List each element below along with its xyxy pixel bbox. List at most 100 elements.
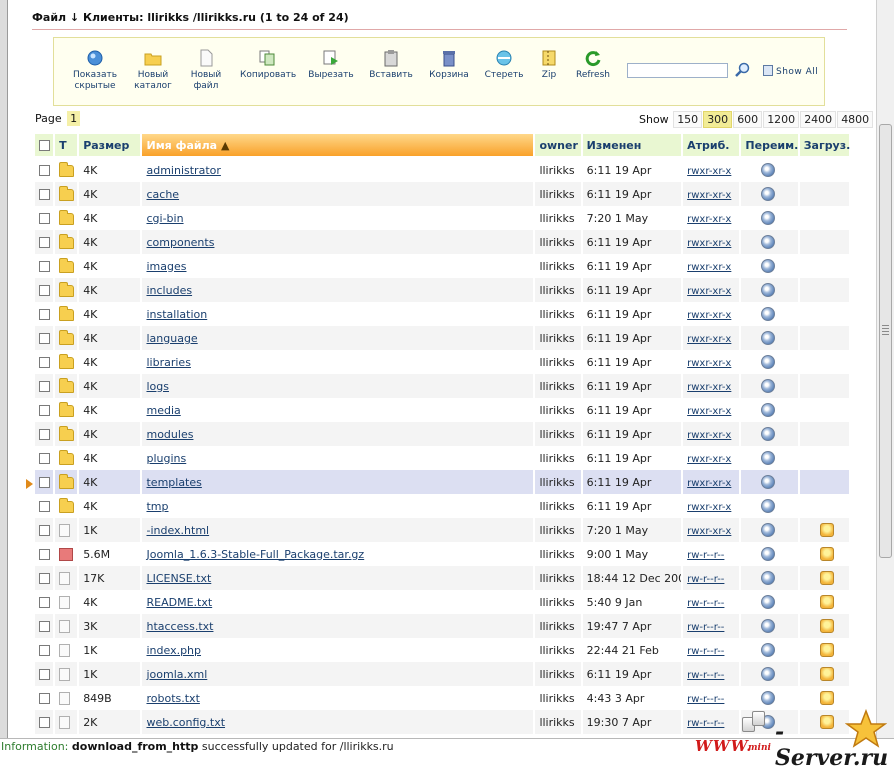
- rename-icon[interactable]: [761, 235, 776, 249]
- row-checkbox[interactable]: [39, 357, 50, 368]
- download-icon[interactable]: [819, 619, 834, 633]
- table-row[interactable]: 4K installation llirikks 6:11 19 Apr rwxr-xr…: [35, 302, 849, 326]
- page-size-option[interactable]: 600: [733, 111, 763, 128]
- row-select-cell[interactable]: [35, 470, 54, 494]
- row-select-cell[interactable]: [35, 590, 54, 614]
- file-name-link[interactable]: components: [146, 236, 214, 249]
- row-checkbox[interactable]: [39, 237, 50, 248]
- table-row[interactable]: 1K joomla.xml llirikks 6:11 19 Apr rw-r--r--: [35, 662, 849, 686]
- row-checkbox[interactable]: [39, 165, 50, 176]
- file-name-link[interactable]: -index.html: [146, 524, 209, 537]
- file-name-link[interactable]: administrator: [146, 164, 220, 177]
- table-row[interactable]: 4K language llirikks 6:11 19 Apr rwxr-xr-x: [35, 326, 849, 350]
- rename-icon[interactable]: [761, 523, 776, 537]
- file-name-link[interactable]: index.php: [146, 644, 201, 657]
- row-select-cell[interactable]: [35, 446, 54, 470]
- permissions-link[interactable]: rwxr-xr-x: [687, 406, 731, 417]
- table-row[interactable]: 4K libraries llirikks 6:11 19 Apr rwxr-xr-x: [35, 350, 849, 374]
- rename-icon[interactable]: [761, 307, 776, 321]
- table-row[interactable]: 4K logs llirikks 6:11 19 Apr rwxr-xr-x: [35, 374, 849, 398]
- rename-icon[interactable]: [761, 571, 776, 585]
- row-checkbox[interactable]: [39, 549, 50, 560]
- file-name-link[interactable]: modules: [146, 428, 193, 441]
- row-checkbox[interactable]: [39, 261, 50, 272]
- row-select-cell[interactable]: [35, 302, 54, 326]
- vertical-scrollbar[interactable]: [876, 0, 894, 738]
- row-select-cell[interactable]: [35, 254, 54, 278]
- permissions-link[interactable]: rwxr-xr-x: [687, 502, 731, 513]
- permissions-link[interactable]: rwxr-xr-x: [687, 262, 731, 273]
- download-icon[interactable]: [819, 571, 834, 585]
- file-name-link[interactable]: images: [146, 260, 186, 273]
- file-name-link[interactable]: tmp: [146, 500, 168, 513]
- rename-icon[interactable]: [761, 259, 776, 273]
- file-name-link[interactable]: language: [146, 332, 197, 345]
- select-all-checkbox[interactable]: [39, 140, 50, 151]
- row-checkbox[interactable]: [39, 669, 50, 680]
- row-select-cell[interactable]: [35, 230, 54, 254]
- select-all-header[interactable]: [35, 134, 54, 158]
- permissions-link[interactable]: rwxr-xr-x: [687, 430, 731, 441]
- page-size-option[interactable]: 300: [703, 111, 733, 128]
- row-select-cell[interactable]: [35, 710, 54, 734]
- row-select-cell[interactable]: [35, 566, 54, 590]
- row-checkbox[interactable]: [39, 501, 50, 512]
- table-row[interactable]: 4K modules llirikks 6:11 19 Apr rwxr-xr-x: [35, 422, 849, 446]
- file-name-link[interactable]: robots.txt: [146, 692, 199, 705]
- rename-icon[interactable]: [761, 283, 776, 297]
- row-checkbox[interactable]: [39, 621, 50, 632]
- table-row[interactable]: 4K components llirikks 6:11 19 Apr rwxr-xr-x: [35, 230, 849, 254]
- column-header-size[interactable]: Размер: [79, 134, 141, 158]
- rename-icon[interactable]: [761, 475, 776, 489]
- download-icon[interactable]: [819, 523, 834, 537]
- rename-icon[interactable]: [761, 499, 776, 513]
- rename-icon[interactable]: [761, 427, 776, 441]
- table-row[interactable]: 1K -index.html llirikks 7:20 1 May rwxr-xr-x: [35, 518, 849, 542]
- permissions-link[interactable]: rw-r--r--: [687, 622, 724, 633]
- page-size-option[interactable]: 1200: [763, 111, 800, 128]
- permissions-link[interactable]: rw-r--r--: [687, 574, 724, 585]
- rename-icon[interactable]: [761, 451, 776, 465]
- row-checkbox[interactable]: [39, 189, 50, 200]
- permissions-link[interactable]: rwxr-xr-x: [687, 382, 731, 393]
- column-header-name[interactable]: Имя файла ▲: [142, 134, 534, 158]
- show-hidden-button[interactable]: Показать скрытые: [72, 49, 118, 92]
- row-checkbox[interactable]: [39, 333, 50, 344]
- permissions-link[interactable]: rw-r--r--: [687, 694, 724, 705]
- file-name-link[interactable]: installation: [146, 308, 207, 321]
- row-select-cell[interactable]: [35, 374, 54, 398]
- rename-icon[interactable]: [761, 163, 776, 177]
- column-header-attrib[interactable]: Атриб.: [683, 134, 740, 158]
- table-row[interactable]: 4K README.txt llirikks 5:40 9 Jan rw-r--r--: [35, 590, 849, 614]
- file-name-link[interactable]: media: [146, 404, 180, 417]
- table-row[interactable]: 5.6M Joomla_1.6.3-Stable-Full_Package.tar…: [35, 542, 849, 566]
- row-select-cell[interactable]: [35, 662, 54, 686]
- table-row[interactable]: 4K tmp llirikks 6:11 19 Apr rwxr-xr-x: [35, 494, 849, 518]
- rename-icon[interactable]: [761, 355, 776, 369]
- permissions-link[interactable]: rw-r--r--: [687, 646, 724, 657]
- table-row[interactable]: 1K index.php llirikks 22:44 21 Feb rw-r--r--: [35, 638, 849, 662]
- table-row[interactable]: 4K images llirikks 6:11 19 Apr rwxr-xr-x: [35, 254, 849, 278]
- download-icon[interactable]: [819, 691, 834, 705]
- row-checkbox[interactable]: [39, 597, 50, 608]
- row-select-cell[interactable]: [35, 614, 54, 638]
- permissions-link[interactable]: rwxr-xr-x: [687, 214, 731, 225]
- file-name-link[interactable]: templates: [146, 476, 201, 489]
- row-select-cell[interactable]: [35, 350, 54, 374]
- download-icon[interactable]: [819, 547, 834, 561]
- permissions-link[interactable]: rwxr-xr-x: [687, 310, 731, 321]
- file-name-link[interactable]: libraries: [146, 356, 190, 369]
- row-checkbox[interactable]: [39, 477, 50, 488]
- permissions-link[interactable]: rwxr-xr-x: [687, 526, 731, 537]
- rename-icon[interactable]: [761, 643, 776, 657]
- table-row[interactable]: 4K media llirikks 6:11 19 Apr rwxr-xr-x: [35, 398, 849, 422]
- download-icon[interactable]: [819, 595, 834, 609]
- file-name-link[interactable]: plugins: [146, 452, 186, 465]
- table-row[interactable]: 4K plugins llirikks 6:11 19 Apr rwxr-xr-x: [35, 446, 849, 470]
- column-header-owner[interactable]: owner: [535, 134, 581, 158]
- column-header-modified[interactable]: Изменен: [582, 134, 682, 158]
- permissions-link[interactable]: rw-r--r--: [687, 670, 724, 681]
- rename-icon[interactable]: [761, 691, 776, 705]
- column-header-type[interactable]: T: [55, 134, 78, 158]
- page-size-option[interactable]: 4800: [837, 111, 874, 128]
